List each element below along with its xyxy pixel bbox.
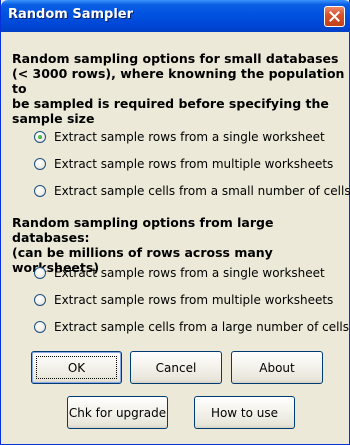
radio-label: Extract sample cells from a small number…	[54, 184, 350, 198]
radio-button[interactable]	[34, 267, 46, 279]
radio-button[interactable]	[34, 294, 46, 306]
radio-small-multiple-worksheets[interactable]: Extract sample rows from multiple worksh…	[34, 156, 333, 172]
radio-label: Extract sample rows from a single worksh…	[54, 130, 325, 144]
random-sampler-dialog: Random Sampler Random sampling options f…	[0, 0, 350, 445]
radio-label: Extract sample rows from a single worksh…	[54, 266, 325, 280]
heading-line: Random sampling options from large datab…	[12, 215, 274, 245]
close-button[interactable]	[324, 6, 345, 27]
radio-button[interactable]	[34, 321, 46, 333]
about-button[interactable]: About	[231, 351, 323, 384]
how-to-use-button-label: How to use	[210, 405, 279, 420]
radio-small-number-of-cells[interactable]: Extract sample cells from a small number…	[34, 183, 350, 199]
radio-small-single-worksheet[interactable]: Extract sample rows from a single worksh…	[34, 129, 325, 145]
cancel-button-label: Cancel	[155, 360, 197, 375]
radio-label: Extract sample rows from multiple worksh…	[54, 157, 334, 171]
upgrade-button-label: Chk for upgrade	[68, 405, 167, 420]
small-databases-heading: Random sampling options for small databa…	[12, 51, 346, 126]
focus-rect	[36, 356, 117, 379]
radio-label: Extract sample cells from a large number…	[54, 320, 350, 334]
radio-button[interactable]	[34, 185, 46, 197]
radio-large-single-worksheet[interactable]: Extract sample rows from a single worksh…	[34, 265, 325, 281]
radio-large-number-of-cells[interactable]: Extract sample cells from a large number…	[34, 319, 349, 335]
check-for-upgrade-button[interactable]: Chk for upgrade	[67, 396, 168, 429]
dialog-body: Random sampling options for small databa…	[4, 32, 350, 442]
radio-large-multiple-worksheets[interactable]: Extract sample rows from multiple worksh…	[34, 292, 333, 308]
radio-button[interactable]	[34, 158, 46, 170]
cancel-button[interactable]: Cancel	[130, 351, 222, 384]
title-bar[interactable]: Random Sampler	[1, 0, 350, 32]
radio-button-selected[interactable]	[34, 131, 46, 143]
radio-label: Extract sample rows from multiple worksh…	[54, 293, 334, 307]
ok-button[interactable]: OK	[31, 351, 122, 384]
heading-line: Random sampling options for small databa…	[12, 51, 339, 66]
heading-line: (< 3000 rows), where knowning the popula…	[12, 66, 345, 96]
heading-line: be sampled is required before specifying…	[12, 96, 329, 111]
how-to-use-button[interactable]: How to use	[194, 396, 295, 429]
heading-line: sample size	[12, 111, 95, 126]
window-title: Random Sampler	[8, 7, 134, 22]
about-button-label: About	[259, 360, 295, 375]
